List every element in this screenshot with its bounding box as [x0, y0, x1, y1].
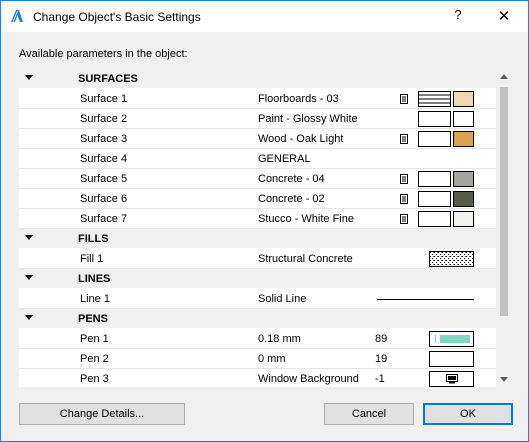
line-row-1[interactable]: Line 1 Solid Line [19, 289, 496, 309]
pen-color-swatch[interactable] [429, 331, 474, 347]
material-texture-icon [400, 214, 408, 224]
color-swatch[interactable] [453, 191, 474, 207]
color-swatch[interactable] [453, 171, 474, 187]
group-header-lines[interactable]: LINES [19, 269, 496, 289]
pattern-swatch[interactable] [418, 91, 451, 107]
pattern-swatch[interactable] [418, 111, 451, 127]
fill-pattern-swatch[interactable] [429, 251, 474, 267]
pen-color-swatch[interactable] [429, 351, 474, 367]
param-value[interactable]: Stucco - White Fine [258, 213, 354, 225]
group-header-pens[interactable]: PENS [19, 309, 496, 329]
group-label: FILLS [78, 233, 109, 245]
monitor-icon [446, 374, 458, 384]
horizontal-lines-pattern-icon [419, 94, 450, 104]
param-name: Line 1 [80, 293, 110, 305]
param-value[interactable]: Solid Line [258, 293, 306, 305]
window-title: Change Object's Basic Settings [33, 10, 201, 24]
scroll-up-arrow-icon [500, 74, 508, 79]
scroll-thumb[interactable] [500, 87, 508, 316]
pen-row-2[interactable]: Pen 2 0 mm 19 [19, 349, 496, 369]
solid-line-sample[interactable] [377, 299, 474, 300]
color-swatch[interactable] [453, 91, 474, 107]
param-name: Surface 7 [80, 213, 128, 225]
param-name: Pen 1 [80, 333, 109, 345]
group-header-fills[interactable]: FILLS [19, 229, 496, 249]
scroll-down-arrow-icon [500, 377, 508, 382]
change-details-button[interactable]: Change Details... [19, 403, 185, 425]
param-name: Surface 2 [80, 113, 128, 125]
pen-row-3[interactable]: Pen 3 Window Background -1 [19, 369, 496, 387]
collapse-toggle-icon[interactable] [25, 75, 33, 80]
group-label: SURFACES [78, 73, 138, 85]
material-texture-icon [400, 94, 408, 104]
param-name: Surface 1 [80, 93, 128, 105]
param-name: Pen 3 [80, 373, 109, 385]
archicad-app-icon [11, 10, 23, 23]
surface-row-7[interactable]: Surface 7 Stucco - White Fine [19, 209, 496, 229]
collapse-toggle-icon[interactable] [25, 235, 33, 240]
param-value[interactable]: Concrete - 04 [258, 173, 325, 185]
parameters-caption: Available parameters in the object: [19, 48, 188, 60]
pattern-swatch[interactable] [418, 171, 451, 187]
pattern-swatch[interactable] [418, 211, 451, 227]
ok-button[interactable]: OK [423, 403, 513, 425]
collapse-toggle-icon[interactable] [25, 315, 33, 320]
param-value[interactable]: 0 mm [258, 353, 286, 365]
param-name: Surface 4 [80, 153, 128, 165]
surface-row-2[interactable]: Surface 2 Paint - Glossy White [19, 109, 496, 129]
pen-color-fill [440, 335, 470, 343]
collapse-toggle-icon[interactable] [25, 275, 33, 280]
pen-number: 89 [375, 333, 388, 345]
pen-number: -1 [375, 373, 385, 385]
param-value[interactable]: 0.18 mm [258, 333, 301, 345]
param-name: Fill 1 [80, 253, 104, 265]
group-label: LINES [78, 273, 111, 285]
param-value[interactable]: Floorboards - 03 [258, 93, 339, 105]
pen-color-swatch[interactable] [429, 371, 474, 387]
close-button[interactable]: ✕ [495, 7, 513, 27]
pattern-swatch[interactable] [418, 191, 451, 207]
fill-row-1[interactable]: Fill 1 Structural Concrete [19, 249, 496, 269]
param-value[interactable]: Structural Concrete [258, 253, 353, 265]
pen-row-1[interactable]: Pen 1 0.18 mm 89 [19, 329, 496, 349]
color-swatch[interactable] [453, 131, 474, 147]
param-value[interactable]: Wood - Oak Light [258, 133, 343, 145]
material-texture-icon [400, 194, 408, 204]
pen-weight-tick [435, 335, 436, 343]
param-value[interactable]: Window Background [258, 373, 359, 385]
pattern-swatch[interactable] [418, 131, 451, 147]
parameter-list: SURFACES Surface 1 Floorboards - 03 Surf… [19, 69, 512, 387]
param-name: Surface 5 [80, 173, 128, 185]
group-label: PENS [78, 313, 108, 325]
param-value[interactable]: GENERAL [258, 153, 311, 165]
surface-row-1[interactable]: Surface 1 Floorboards - 03 [19, 89, 496, 109]
group-header-surfaces[interactable]: SURFACES [19, 69, 496, 89]
surface-row-3[interactable]: Surface 3 Wood - Oak Light [19, 129, 496, 149]
param-value[interactable]: Concrete - 02 [258, 193, 325, 205]
param-name: Surface 6 [80, 193, 128, 205]
concrete-pattern-icon [430, 252, 473, 266]
dialog-window: Change Object's Basic Settings ? ✕ Avail… [0, 0, 529, 442]
surface-row-6[interactable]: Surface 6 Concrete - 02 [19, 189, 496, 209]
surface-row-4[interactable]: Surface 4 GENERAL [19, 149, 496, 169]
title-bar: Change Object's Basic Settings ? ✕ [1, 1, 528, 32]
scroll-down-button[interactable] [496, 371, 512, 387]
color-swatch[interactable] [453, 111, 474, 127]
param-name: Pen 2 [80, 353, 109, 365]
cancel-button[interactable]: Cancel [324, 403, 414, 425]
vertical-scrollbar[interactable] [496, 69, 512, 387]
color-swatch[interactable] [453, 211, 474, 227]
pen-number: 19 [375, 353, 388, 365]
material-texture-icon [400, 134, 408, 144]
scroll-up-button[interactable] [496, 69, 512, 85]
help-button[interactable]: ? [449, 7, 467, 27]
param-name: Surface 3 [80, 133, 128, 145]
param-value[interactable]: Paint - Glossy White [258, 113, 358, 125]
parameter-rows: SURFACES Surface 1 Floorboards - 03 Surf… [19, 69, 496, 387]
material-texture-icon [400, 174, 408, 184]
surface-row-5[interactable]: Surface 5 Concrete - 04 [19, 169, 496, 189]
